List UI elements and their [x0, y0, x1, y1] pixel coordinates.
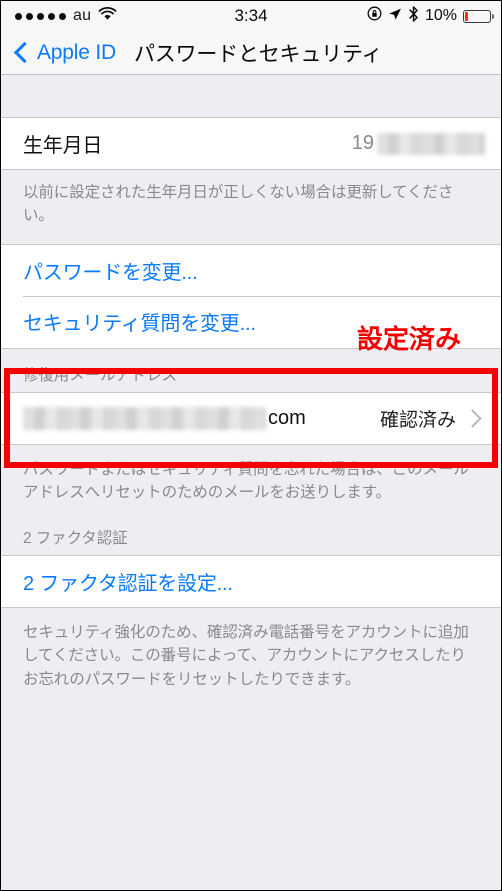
- birthdate-footer-note: 以前に設定された生年月日が正しくない場合は更新してください。: [1, 169, 501, 244]
- birthdate-row[interactable]: 生年月日 19: [1, 117, 501, 169]
- recovery-email-footer-note: パスワードまたはセキュリティ質問を忘れた場合は、このメールアドレスへリセットのた…: [1, 443, 501, 520]
- two-factor-setup-label: 2 ファクタ認証を設定...: [23, 573, 233, 595]
- battery-fill: [465, 11, 468, 21]
- birthdate-value: 19: [352, 132, 485, 155]
- two-factor-section-header: 2 ファクタ認証: [1, 520, 501, 555]
- back-button-label: Apple ID: [37, 40, 116, 64]
- iphone-screen: au 3:34 10% Apple ID パスワードとセキュリティ 生年月日 1…: [0, 0, 502, 891]
- carrier-label: au: [73, 7, 92, 24]
- recovery-email-redacted-block: [23, 406, 266, 430]
- recovery-email-value: com: [23, 406, 306, 430]
- recovery-email-suffix: com: [268, 406, 306, 429]
- wifi-icon: [98, 6, 117, 26]
- chevron-right-icon: [463, 408, 482, 428]
- recovery-email-row[interactable]: com 確認済み: [1, 391, 501, 444]
- page-title: パスワードとセキュリティ: [133, 42, 383, 66]
- birthdate-redacted-block: [377, 132, 485, 155]
- location-arrow-icon: [388, 6, 402, 26]
- status-bar-left: au: [15, 6, 117, 26]
- chevron-left-icon: [13, 41, 36, 64]
- clock-time: 3:34: [234, 6, 268, 25]
- back-button[interactable]: Apple ID: [13, 41, 116, 65]
- bluetooth-icon: [408, 5, 419, 27]
- birthdate-label: 生年月日: [23, 135, 103, 157]
- recovery-email-status-badge: 確認済み: [379, 409, 456, 431]
- change-security-questions-label: セキュリティ質問を変更...: [23, 313, 256, 335]
- section-gap-top: [1, 75, 501, 117]
- battery-icon: [463, 9, 495, 23]
- annotation-already-set-label: 設定済み: [357, 324, 462, 354]
- status-bar: au 3:34 10%: [1, 1, 501, 31]
- rotation-lock-icon: [367, 6, 382, 26]
- change-password-label: パスワードを変更...: [23, 261, 198, 284]
- two-factor-footer-note: セキュリティ強化のため、確認済み電話番号をアカウントに追加してください。この番号…: [1, 607, 501, 707]
- change-password-row[interactable]: パスワードを変更...: [1, 243, 501, 296]
- battery-percent-label: 10%: [424, 7, 457, 24]
- navigation-bar: Apple ID パスワードとセキュリティ: [1, 31, 501, 75]
- birthdate-value-prefix: 19: [351, 132, 374, 154]
- status-bar-right: 10%: [367, 5, 495, 27]
- two-factor-setup-row[interactable]: 2 ファクタ認証を設定...: [1, 555, 501, 607]
- signal-strength-icon: [15, 12, 66, 20]
